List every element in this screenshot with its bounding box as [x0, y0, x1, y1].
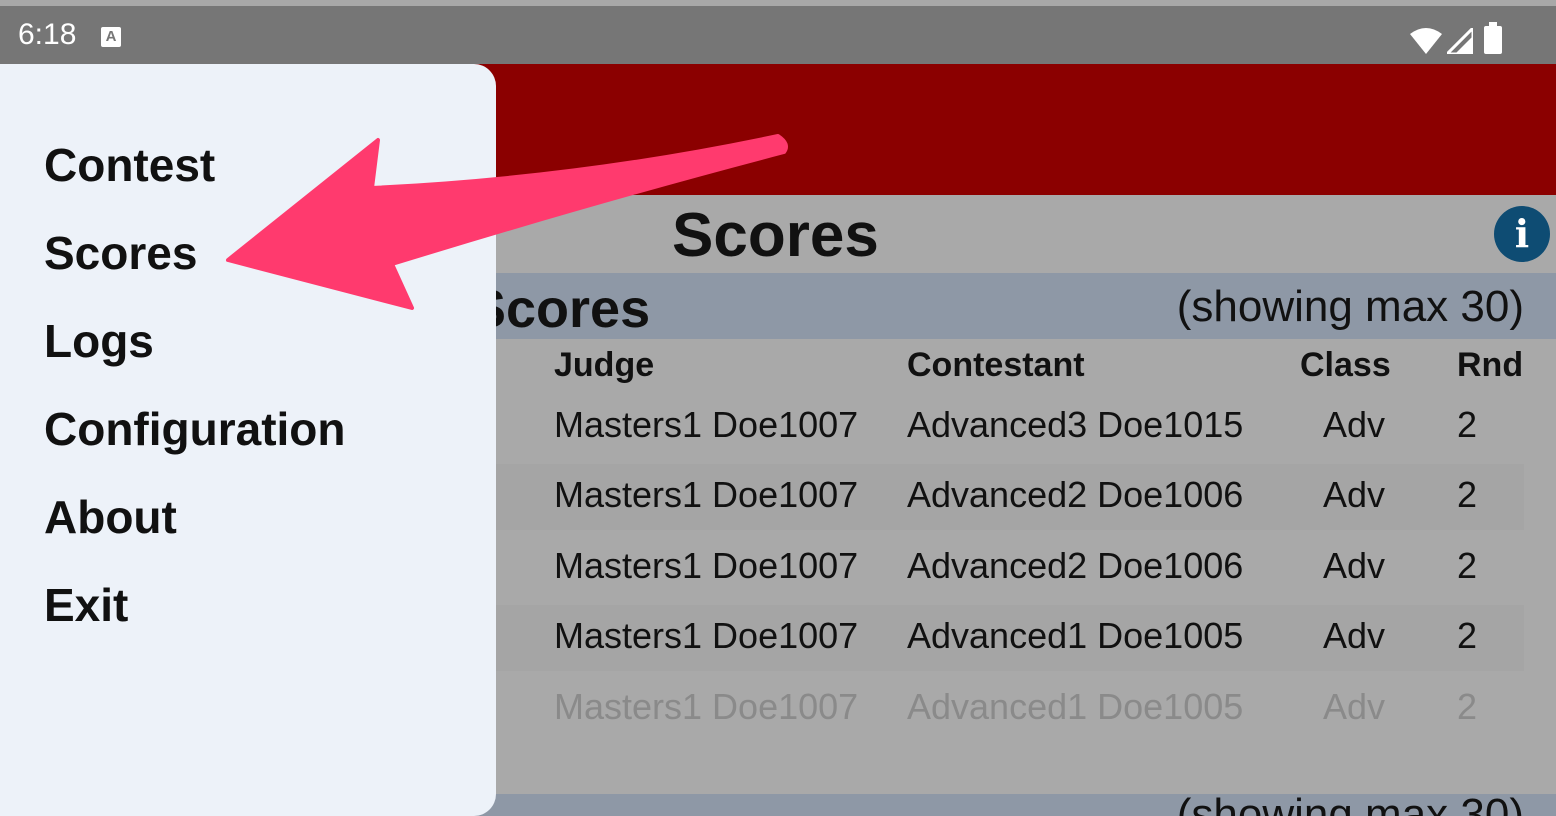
column-header-contestant[interactable]: Contestant: [907, 346, 1085, 385]
column-header-judge[interactable]: Judge: [554, 346, 654, 385]
section-note: (showing max 30): [1176, 282, 1524, 331]
cell-contestant: Advanced2 Doe1006: [907, 474, 1244, 515]
cell-contestant: Advanced1 Doe1005: [907, 615, 1244, 656]
navigation-drawer: Contest Scores Logs Configuration About …: [0, 64, 496, 816]
cell-rnd: 2: [1457, 474, 1478, 515]
cell-class: Adv: [1323, 404, 1386, 445]
status-time: 6:18: [18, 18, 77, 51]
cell-contestant: Advanced2 Doe1006: [907, 545, 1244, 586]
cell-rnd: 2: [1457, 404, 1478, 445]
keyboard-indicator-icon: A: [101, 27, 121, 47]
section-note-2: (showing max 30): [1176, 790, 1524, 816]
cell-judge: Masters1 Doe1007: [554, 615, 859, 656]
drawer-item-exit[interactable]: Exit: [44, 578, 128, 632]
column-header-rnd[interactable]: Rnd: [1457, 346, 1523, 385]
table-row[interactable]: Masters1 Doe1007 Advanced2 Doe1006 Adv 2: [496, 464, 1524, 530]
wifi-icon: [1410, 28, 1442, 54]
table-row[interactable]: Masters1 Doe1007 Advanced3 Doe1015 Adv 2: [496, 394, 1524, 460]
drawer-item-logs[interactable]: Logs: [44, 314, 154, 368]
drawer-item-contest[interactable]: Contest: [44, 138, 215, 192]
cell-signal-icon: [1447, 28, 1473, 54]
cell-class: Adv: [1323, 615, 1386, 656]
screen: 6:18 A Scores i Scores (showing max 30) …: [0, 0, 1556, 816]
table-row[interactable]: Masters1 Doe1007 Advanced2 Doe1006 Adv 2: [496, 535, 1524, 601]
cell-rnd: 2: [1457, 686, 1478, 727]
table-row[interactable]: Masters1 Doe1007 Advanced1 Doe1005 Adv 2: [496, 676, 1524, 742]
cell-judge: Masters1 Doe1007: [554, 686, 859, 727]
cell-class: Adv: [1323, 686, 1386, 727]
drawer-item-scores[interactable]: Scores: [44, 226, 197, 280]
cell-rnd: 2: [1457, 545, 1478, 586]
drawer-item-about[interactable]: About: [44, 490, 177, 544]
cell-contestant: Advanced1 Doe1005: [907, 686, 1244, 727]
cell-judge: Masters1 Doe1007: [554, 474, 859, 515]
status-bar: 6:18 A: [0, 6, 1556, 64]
table-row[interactable]: Masters1 Doe1007 Advanced1 Doe1005 Adv 2: [496, 605, 1524, 671]
column-header-class[interactable]: Class: [1300, 346, 1391, 385]
cell-contestant: Advanced3 Doe1015: [907, 404, 1244, 445]
cell-rnd: 2: [1457, 615, 1478, 656]
drawer-item-configuration[interactable]: Configuration: [44, 402, 346, 456]
cell-judge: Masters1 Doe1007: [554, 404, 859, 445]
cell-class: Adv: [1323, 474, 1386, 515]
cell-judge: Masters1 Doe1007: [554, 545, 859, 586]
section-title: Scores: [470, 279, 651, 339]
cell-class: Adv: [1323, 545, 1386, 586]
info-icon[interactable]: i: [1494, 206, 1550, 262]
battery-icon: [1484, 22, 1502, 54]
page-title: Scores: [672, 201, 879, 270]
